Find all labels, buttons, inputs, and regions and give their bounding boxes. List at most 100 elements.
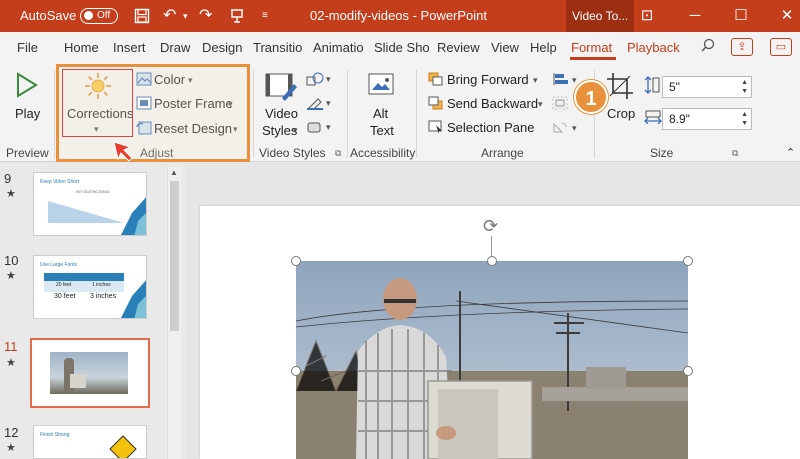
tab-home[interactable]: Home <box>64 40 99 55</box>
resize-handle-top-left[interactable] <box>291 256 301 266</box>
slide-thumbnail-12[interactable]: Finish Strong <box>33 425 147 459</box>
scroll-up-icon[interactable]: ▲ <box>170 168 178 177</box>
collapse-ribbon-icon[interactable]: ⌃ <box>786 146 795 159</box>
align-icon[interactable] <box>552 72 568 86</box>
rotate-dropdown-icon[interactable]: ▾ <box>572 123 577 134</box>
video-styles-dropdown-icon[interactable]: ▾ <box>293 125 298 136</box>
share-icon[interactable]: ⇪ <box>731 38 753 56</box>
rotate-handle-icon[interactable]: ⟳ <box>483 216 498 237</box>
align-dropdown-icon[interactable]: ▾ <box>572 75 577 86</box>
transition-star-icon: ★ <box>6 442 16 454</box>
group-separator <box>347 70 348 158</box>
video-border-dropdown-icon[interactable]: ▾ <box>326 98 331 109</box>
comments-icon[interactable]: ▭ <box>770 38 792 56</box>
undo-icon[interactable]: ↶ <box>163 0 176 32</box>
slide-number-active: 11 <box>4 339 18 354</box>
alt-text-label[interactable]: Alt <box>373 106 388 121</box>
height-spinner[interactable]: ▲ ▼ <box>741 78 748 96</box>
bring-forward-button[interactable]: Bring Forward <box>447 72 529 87</box>
slide-number: 12 <box>4 425 19 440</box>
minimize-button[interactable]: ─ <box>680 0 710 32</box>
slide-number: 10 <box>4 253 19 268</box>
selection-pane-button[interactable]: Selection Pane <box>447 120 534 135</box>
accessibility-group-label: Accessibility <box>350 146 416 160</box>
thumb-title: Finish Strong <box>40 432 70 438</box>
video-border-icon[interactable] <box>306 96 323 112</box>
corrections-highlight <box>62 69 133 137</box>
video-effects-icon[interactable] <box>306 120 322 134</box>
maximize-button[interactable]: ☐ <box>726 0 756 32</box>
thumbnail-scrollbar[interactable]: ▲ <box>167 167 181 459</box>
tab-animations[interactable]: Animatio <box>313 40 369 55</box>
present-icon[interactable] <box>229 0 245 32</box>
thumb-video <box>50 352 128 394</box>
video-styles-group-label: Video Styles <box>259 146 326 160</box>
resize-handle-top[interactable] <box>487 256 497 266</box>
alt-text-label-line2[interactable]: Text <box>370 123 394 138</box>
arrange-group-label: Arrange <box>481 146 524 160</box>
group-separator <box>54 70 55 158</box>
resize-handle-left[interactable] <box>291 366 301 376</box>
thumb-graphic <box>48 197 146 235</box>
tab-view[interactable]: View <box>491 40 519 55</box>
video-styles-label[interactable]: Video <box>265 106 298 121</box>
height-value: 5" <box>669 80 680 94</box>
tab-insert[interactable]: Insert <box>113 40 146 55</box>
search-icon[interactable] <box>697 38 719 56</box>
alt-text-icon <box>367 72 397 103</box>
ribbon-display-options-icon[interactable]: ⊡ <box>632 0 662 32</box>
toggle-knob <box>84 11 93 20</box>
send-backward-icon <box>428 96 444 110</box>
width-input[interactable]: 8.9" ▲ ▼ <box>662 108 752 130</box>
bring-forward-dropdown-icon[interactable]: ▾ <box>533 75 538 86</box>
tab-review[interactable]: Review <box>437 40 480 55</box>
tab-slide-show[interactable]: Slide Sho <box>374 40 432 55</box>
customize-quick-access-icon[interactable]: ≡ <box>262 0 268 32</box>
transition-star-icon: ★ <box>6 357 16 369</box>
redo-icon[interactable]: ↷ <box>199 0 212 32</box>
height-icon <box>644 76 660 94</box>
group-objects-icon[interactable] <box>552 96 568 110</box>
video-still <box>296 261 688 459</box>
autosave-state: Off <box>97 10 111 21</box>
tab-design[interactable]: Design <box>202 40 242 55</box>
active-tab-indicator <box>570 57 616 60</box>
rotate-icon[interactable] <box>552 120 568 134</box>
video-effects-dropdown-icon[interactable]: ▾ <box>326 122 331 133</box>
width-spinner[interactable]: ▲ ▼ <box>741 110 748 128</box>
autosave-toggle[interactable]: Off <box>80 8 118 24</box>
tab-format[interactable]: Format <box>571 40 612 55</box>
video-shape-dropdown-icon[interactable]: ▾ <box>326 74 331 85</box>
height-input[interactable]: 5" ▲ ▼ <box>662 76 752 98</box>
size-dialog-launcher-icon[interactable]: ⧉ <box>732 148 738 159</box>
resize-handle-right[interactable] <box>683 366 693 376</box>
title-bar: AutoSave Off ↶ ▾ ↷ ≡ 02-modify-videos - … <box>0 0 800 32</box>
tab-transitions[interactable]: Transitio <box>253 40 309 55</box>
play-icon[interactable] <box>16 72 38 101</box>
width-icon <box>644 110 662 125</box>
autosave-label: AutoSave <box>20 8 77 23</box>
save-icon[interactable] <box>134 0 150 32</box>
slide-thumbnail-11[interactable] <box>30 338 150 408</box>
video-shape-icon[interactable] <box>306 72 324 86</box>
tab-file[interactable]: File <box>17 40 38 55</box>
group-separator <box>416 70 417 158</box>
scrollbar-thumb[interactable] <box>170 181 179 331</box>
selection-pane-icon <box>428 120 444 134</box>
resize-handle-top-right[interactable] <box>683 256 693 266</box>
warning-sign-icon <box>109 435 137 458</box>
slide-thumbnail-9[interactable]: Keep Video Short KEY EDITING IDEAS <box>33 172 147 236</box>
tab-help[interactable]: Help <box>530 40 557 55</box>
slide-thumbnail-10[interactable]: Use Large Fonts 20 feet 1 inches 30 feet… <box>33 255 147 319</box>
send-backward-button[interactable]: Send Backward <box>447 96 538 111</box>
dialog-launcher-icon[interactable]: ⧉ <box>335 148 341 159</box>
crop-button[interactable]: Crop <box>607 106 635 121</box>
tab-playback[interactable]: Playback <box>627 40 680 55</box>
send-backward-dropdown-icon[interactable]: ▾ <box>538 99 543 110</box>
close-button[interactable]: ✕ <box>772 0 800 32</box>
crop-icon <box>606 72 634 103</box>
play-button-label[interactable]: Play <box>15 106 40 121</box>
video-frame[interactable] <box>296 261 688 459</box>
undo-dropdown-icon[interactable]: ▾ <box>183 0 188 32</box>
tab-draw[interactable]: Draw <box>160 40 190 55</box>
